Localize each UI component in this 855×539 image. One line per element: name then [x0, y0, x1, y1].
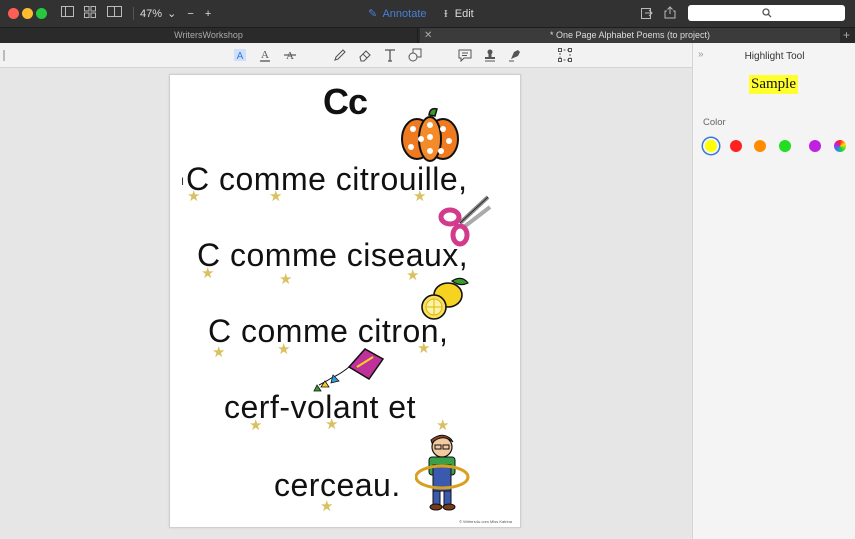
- two-page-icon[interactable]: [106, 6, 122, 20]
- color-swatch-yellow[interactable]: [705, 140, 717, 152]
- tab-writersworkshop[interactable]: WritersWorkshop: [0, 28, 418, 44]
- edit-text-icon: Ɨ: [444, 8, 448, 20]
- color-wheel-icon[interactable]: [834, 140, 846, 152]
- text-box-icon[interactable]: [382, 48, 398, 64]
- toolbar-separator: [133, 7, 134, 20]
- grid-icon[interactable]: [83, 6, 97, 20]
- star-icon: ★: [269, 188, 283, 205]
- annotation-toolbar: A A A: [0, 43, 692, 68]
- search-input[interactable]: [688, 5, 845, 21]
- zoom-level[interactable]: 47%: [140, 8, 162, 20]
- sidebar-icon[interactable]: [60, 6, 74, 20]
- color-swatch-green[interactable]: [779, 140, 791, 152]
- export-icon[interactable]: [663, 6, 677, 20]
- crop-select-icon[interactable]: [557, 48, 573, 64]
- close-window-button[interactable]: [8, 8, 19, 19]
- edit-mode-button[interactable]: Ɨ Edit: [444, 6, 474, 22]
- poem-title: Cc: [322, 81, 368, 122]
- close-tab-icon[interactable]: ✕: [424, 28, 432, 43]
- poem-line: C comme citron,: [208, 313, 449, 349]
- star-icon: ★: [187, 188, 201, 205]
- zoom-control[interactable]: 47% ⌄ − +: [140, 6, 211, 22]
- color-swatch-purple[interactable]: [809, 140, 821, 152]
- zoom-out-button[interactable]: −: [187, 8, 193, 20]
- tab-alphabet-poems[interactable]: * One Page Alphabet Poems (to project): [420, 28, 840, 44]
- search-icon: [762, 8, 772, 18]
- panel-title: Highlight Tool: [744, 51, 805, 62]
- svg-text:A: A: [261, 49, 269, 61]
- strikethrough-text-icon[interactable]: A: [282, 48, 298, 64]
- star-icon: ★: [413, 188, 427, 205]
- title-bar: 47% ⌄ − + ✎ Annotate Ɨ Edit: [0, 0, 855, 27]
- color-label: Color: [703, 117, 726, 128]
- star-icon: ★: [436, 417, 450, 434]
- annotate-mode-button[interactable]: ✎ Annotate: [368, 6, 427, 22]
- new-tab-icon[interactable]: +: [843, 28, 850, 43]
- note-icon[interactable]: [457, 48, 473, 64]
- color-swatch-orange[interactable]: [754, 140, 766, 152]
- star-icon: ★: [417, 340, 431, 357]
- share-icon[interactable]: [640, 6, 654, 20]
- tab-bar: WritersWorkshop * One Page Alphabet Poem…: [0, 27, 855, 44]
- highlight-text-icon[interactable]: A: [232, 48, 248, 64]
- text-cursor-icon: I: [181, 176, 185, 188]
- document-page[interactable]: Cc I C comme citrouille, C comme ciseaux…: [169, 74, 521, 528]
- star-icon: ★: [320, 498, 334, 515]
- shapes-icon[interactable]: [407, 48, 423, 64]
- stamp-icon[interactable]: [482, 48, 498, 64]
- document-canvas[interactable]: Cc I C comme citrouille, C comme ciseaux…: [0, 68, 692, 539]
- page-credit: © Writers4u.com Miss Katrina: [459, 519, 512, 524]
- edit-label: Edit: [454, 8, 474, 20]
- star-icon: ★: [212, 344, 226, 361]
- star-icon: ★: [279, 271, 293, 288]
- boy-hoop-illustration: [415, 434, 470, 511]
- star-icon: ★: [249, 417, 263, 434]
- star-icon: ★: [406, 267, 420, 284]
- svg-text:A: A: [237, 51, 244, 62]
- underline-text-icon[interactable]: A: [257, 48, 273, 64]
- toolbar-grip[interactable]: [3, 50, 5, 61]
- signature-icon[interactable]: [507, 48, 523, 64]
- star-icon: ★: [277, 341, 291, 358]
- poem-line: cerceau.: [274, 467, 401, 503]
- star-icon: ★: [325, 416, 339, 433]
- svg-text:A: A: [286, 50, 294, 62]
- pen-icon[interactable]: [332, 48, 348, 64]
- annotate-label: Annotate: [382, 8, 427, 20]
- zoom-in-button[interactable]: +: [205, 8, 211, 20]
- color-swatch-red[interactable]: [730, 140, 742, 152]
- pen-icon: ✎: [368, 8, 378, 20]
- maximize-window-button[interactable]: [36, 8, 47, 19]
- poem-line: C comme ciseaux,: [197, 237, 469, 273]
- star-icon: ★: [201, 265, 215, 282]
- highlight-sample: Sample: [749, 75, 798, 94]
- minimize-window-button[interactable]: [22, 8, 33, 19]
- chevron-down-icon[interactable]: ⌄: [167, 8, 176, 20]
- highlight-tool-panel: » Highlight Tool Sample Color: [692, 43, 855, 539]
- pumpkin-illustration: [401, 107, 459, 162]
- eraser-icon[interactable]: [357, 48, 373, 64]
